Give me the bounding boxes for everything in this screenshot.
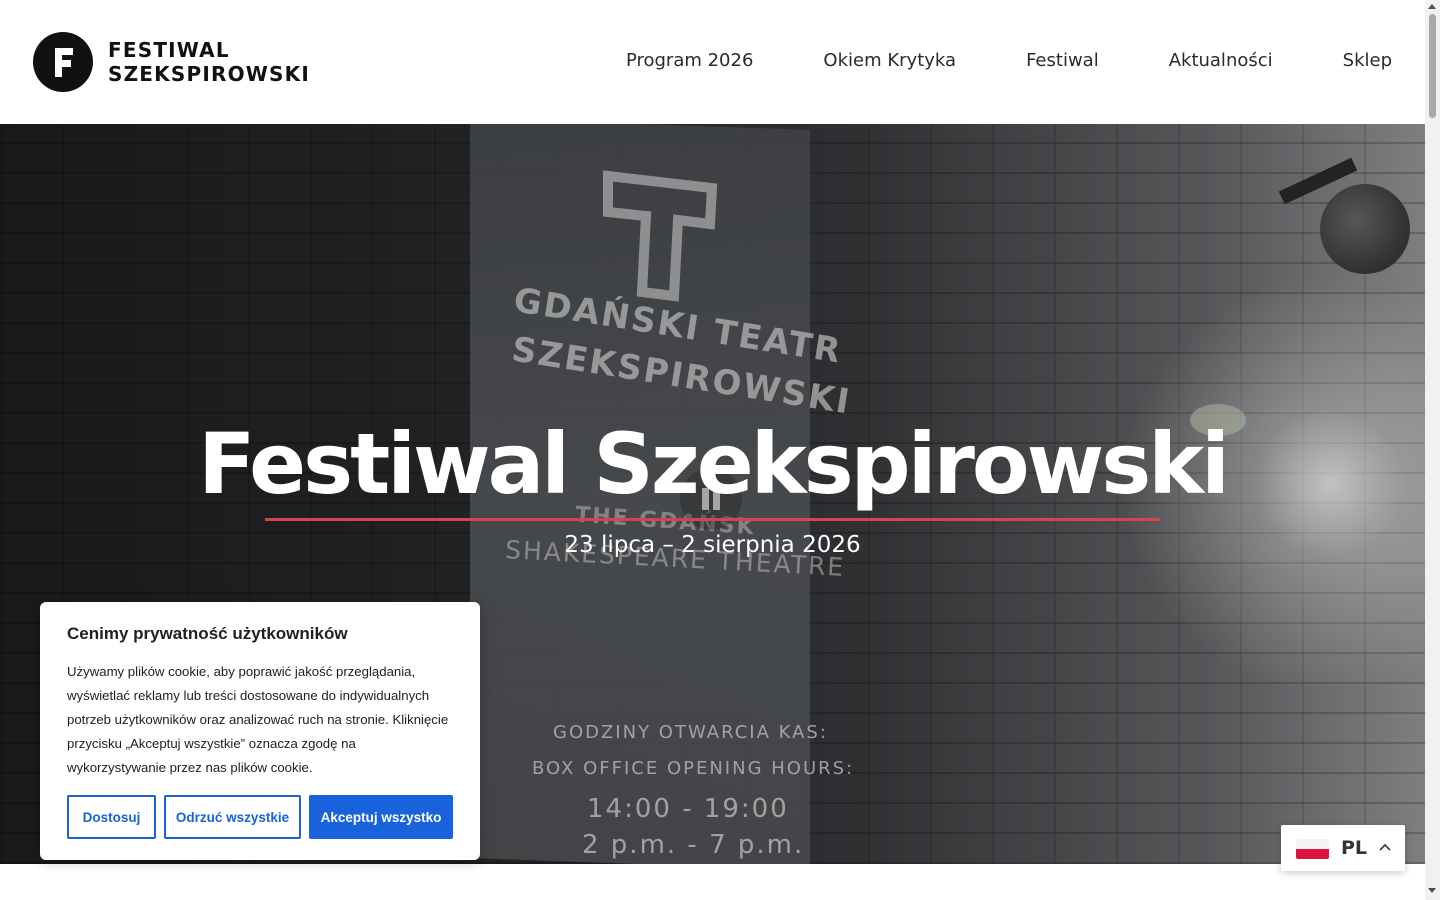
hero-date: 23 lipca – 2 sierpnia 2026 [564, 532, 861, 558]
logo-line-1: FESTIWAL [108, 38, 230, 62]
chevron-up-icon [1379, 843, 1391, 851]
site-logo[interactable]: FESTIWAL SZEKSPIROWSKI [33, 32, 310, 92]
hero-title: Festiwal Szekspirowski [198, 415, 1230, 513]
language-code: PL [1341, 837, 1368, 859]
cookie-accept-button[interactable]: Akceptuj wszystko [309, 795, 453, 839]
logo-line-2: SZEKSPIROWSKI [108, 62, 310, 86]
scroll-down-arrow-icon[interactable] [1428, 888, 1436, 893]
logo-f-icon [33, 32, 93, 92]
nav-okiem-krytyka[interactable]: Okiem Krytyka [823, 50, 956, 71]
cookie-title: Cenimy prywatność użytkowników [67, 624, 348, 643]
cookie-customize-button[interactable]: Dostosuj [67, 795, 156, 839]
nav-festiwal[interactable]: Festiwal [1026, 50, 1099, 71]
nav-program[interactable]: Program 2026 [626, 50, 753, 71]
site-header: FESTIWAL SZEKSPIROWSKI Program 2026 Okie… [0, 0, 1425, 124]
main-nav: Program 2026 Okiem Krytyka Festiwal Aktu… [626, 50, 1392, 71]
scrollbar-thumb[interactable] [1429, 14, 1436, 118]
cookie-description: Używamy plików cookie, aby poprawić jako… [67, 664, 449, 775]
cookie-consent-banner: Cenimy prywatność użytkowników Używamy p… [40, 602, 480, 860]
page-content-start [0, 864, 1425, 900]
page-scrollbar[interactable] [1425, 0, 1440, 900]
title-underline [265, 518, 1160, 521]
logo-text: FESTIWAL SZEKSPIROWSKI [108, 38, 310, 86]
cookie-reject-button[interactable]: Odrzuć wszystkie [164, 795, 301, 839]
nav-sklep[interactable]: Sklep [1343, 50, 1392, 71]
nav-aktualnosci[interactable]: Aktualności [1169, 50, 1273, 71]
poland-flag-icon [1296, 839, 1329, 859]
scroll-up-arrow-icon[interactable] [1428, 4, 1436, 9]
cookie-buttons: Dostosuj Odrzuć wszystkie Akceptuj wszys… [67, 795, 453, 839]
language-switcher[interactable]: PL [1281, 825, 1405, 871]
